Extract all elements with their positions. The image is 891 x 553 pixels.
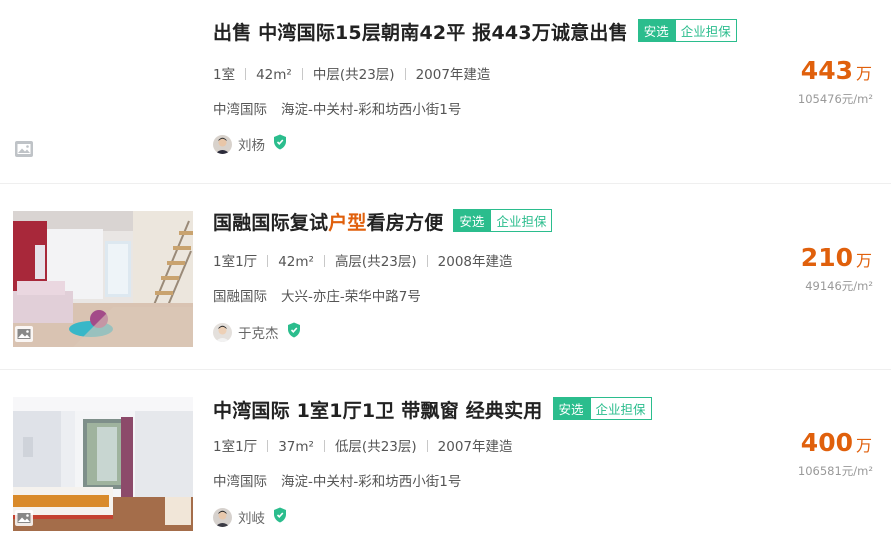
listing-attributes: 1室 42m² 中层(共23层) 2007年建造 <box>213 63 490 83</box>
listing-card[interactable]: 出售 中湾国际15层朝南42平 报443万诚意出售 安选 企业担保 1室 42m² 中层… <box>0 0 891 170</box>
agent-info[interactable]: 刘岐 <box>213 507 287 527</box>
price-value: 400 <box>800 428 853 457</box>
verified-shield-icon <box>273 507 287 527</box>
price-unit: 万 <box>855 436 872 455</box>
listing-address: 中湾国际 海淀-中关村-彩和坊西小街1号 <box>213 470 461 490</box>
unit-price: 49146元/m² <box>805 279 873 293</box>
price-value: 210 <box>800 243 853 272</box>
community-link[interactable]: 中湾国际 <box>213 474 267 490</box>
area: 42m² <box>278 254 314 270</box>
community-link[interactable]: 国融国际 <box>213 289 267 305</box>
listing-title[interactable]: 出售 中湾国际15层朝南42平 报443万诚意出售 安选 企业担保 <box>213 18 737 45</box>
room-layout: 1室1厅 <box>213 439 258 455</box>
agent-name[interactable]: 刘杨 <box>238 134 265 154</box>
unit-price: 105476元/m² <box>797 92 873 106</box>
location-text: 海淀-中关村-彩和坊西小街1号 <box>281 474 462 490</box>
listing-card[interactable]: 国融国际复试户型看房方便 安选 企业担保 1室1厅 42m² 高层(共23层) 2008年… <box>0 186 891 356</box>
verified-shield-icon <box>273 134 287 154</box>
price-value: 443 <box>800 56 853 85</box>
agent-info[interactable]: 刘杨 <box>213 134 287 154</box>
build-year: 2008年建造 <box>437 254 513 270</box>
divider <box>0 183 891 184</box>
floor: 中层(共23层) <box>312 67 395 83</box>
tag-enterprise-guarantee: 企业担保 <box>674 19 737 42</box>
build-year: 2007年建造 <box>415 67 491 83</box>
area: 37m² <box>278 439 314 455</box>
tag-anxuan: 安选 <box>637 19 675 42</box>
room-layout: 1室1厅 <box>213 254 258 270</box>
apartment-photo-bedroom <box>13 397 193 531</box>
agent-info[interactable]: 于克杰 <box>213 322 301 342</box>
total-price: 443 万 <box>801 56 872 85</box>
listing-address: 国融国际 大兴-亦庄-荣华中路7号 <box>213 285 421 305</box>
avatar[interactable] <box>213 134 232 154</box>
listing-photo[interactable] <box>13 211 193 347</box>
tag-enterprise-guarantee: 企业担保 <box>589 397 652 420</box>
floor: 高层(共23层) <box>334 254 417 270</box>
image-gallery-icon[interactable] <box>14 140 34 158</box>
community-link[interactable]: 中湾国际 <box>213 102 267 118</box>
image-gallery-icon[interactable] <box>14 325 34 343</box>
unit-price: 106581元/m² <box>797 464 873 478</box>
room-layout: 1室 <box>213 67 236 83</box>
tag-anxuan: 安选 <box>453 209 491 232</box>
agent-name[interactable]: 于克杰 <box>238 322 279 342</box>
apartment-photo-loft <box>13 211 193 347</box>
listing-list: 出售 中湾国际15层朝南42平 报443万诚意出售 安选 企业担保 1室 42m² 中层… <box>0 0 891 553</box>
build-year: 2007年建造 <box>437 439 513 455</box>
listing-photo[interactable] <box>13 397 193 531</box>
location-text: 海淀-中关村-彩和坊西小街1号 <box>281 102 462 118</box>
total-price: 210 万 <box>801 243 872 272</box>
guarantee-tags: 安选 企业担保 <box>453 209 553 232</box>
agent-name[interactable]: 刘岐 <box>238 507 265 527</box>
listing-attributes: 1室1厅 37m² 低层(共23层) 2007年建造 <box>213 435 513 455</box>
tag-enterprise-guarantee: 企业担保 <box>490 209 553 232</box>
avatar[interactable] <box>213 507 232 527</box>
listing-attributes: 1室1厅 42m² 高层(共23层) 2008年建造 <box>213 250 513 270</box>
avatar[interactable] <box>213 322 232 342</box>
floor: 低层(共23层) <box>334 439 417 455</box>
image-gallery-icon[interactable] <box>14 509 34 527</box>
listing-address: 中湾国际 海淀-中关村-彩和坊西小街1号 <box>213 98 461 118</box>
guarantee-tags: 安选 企业担保 <box>637 19 737 42</box>
verified-shield-icon <box>287 322 301 342</box>
listing-title[interactable]: 中湾国际 1室1厅1卫 带飘窗 经典实用 安选 企业担保 <box>213 396 652 423</box>
listing-card[interactable]: 中湾国际 1室1厅1卫 带飘窗 经典实用 安选 企业担保 1室1厅 37m² 低层(共2… <box>0 373 891 543</box>
total-price: 400 万 <box>801 428 872 457</box>
listing-photo[interactable] <box>13 26 193 162</box>
listing-title[interactable]: 国融国际复试户型看房方便 安选 企业担保 <box>213 208 553 235</box>
guarantee-tags: 安选 企业担保 <box>552 397 652 420</box>
divider <box>0 369 891 370</box>
price-unit: 万 <box>855 64 872 83</box>
area: 42m² <box>256 67 292 83</box>
location-text: 大兴-亦庄-荣华中路7号 <box>281 289 421 305</box>
tag-anxuan: 安选 <box>552 397 590 420</box>
price-unit: 万 <box>855 251 872 270</box>
